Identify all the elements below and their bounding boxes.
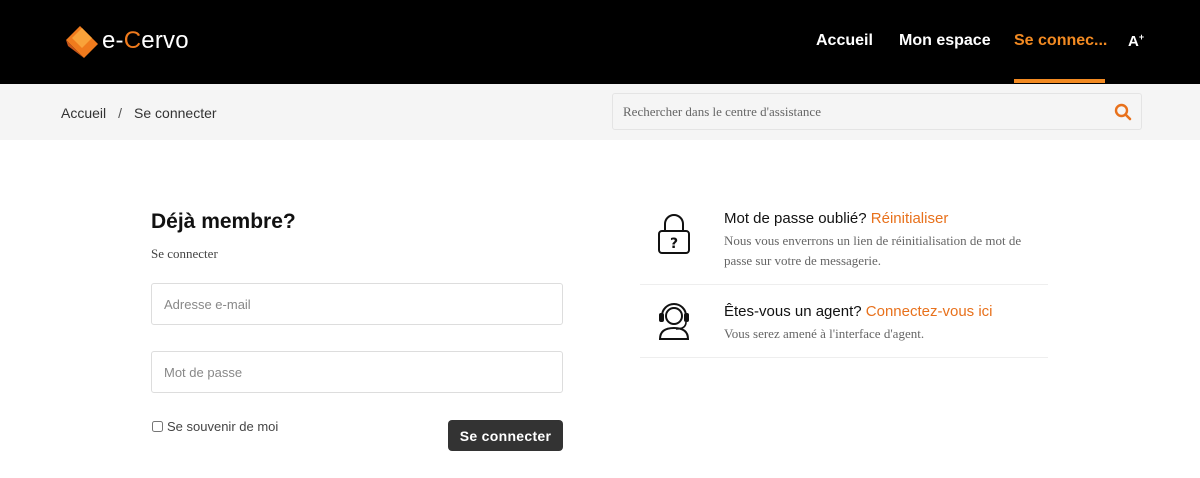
forgot-password-title: Mot de passe oublié? Réinitialiser (724, 210, 949, 227)
headset-agent-icon (658, 303, 690, 340)
forgot-password-item: ? Mot de passe oublié? Réinitialiser Nou… (640, 200, 1048, 285)
reset-password-link[interactable]: Réinitialiser (871, 210, 949, 227)
search-input[interactable] (613, 94, 1103, 129)
forgot-password-description: Nous vous enverrons un lien de réinitial… (724, 233, 1022, 268)
nav-home[interactable]: Accueil (816, 32, 873, 50)
password-field[interactable] (151, 351, 563, 393)
login-title: Déjà membre? (151, 210, 296, 233)
logo-icon (66, 26, 98, 58)
agent-login-item: Êtes-vous un agent? Connectez-vous ici V… (640, 285, 1048, 358)
logo-text: e-Cervo (102, 27, 189, 54)
email-field[interactable] (151, 283, 563, 325)
font-size-toggle[interactable]: A+ (1128, 32, 1144, 50)
top-navbar: e-Cervo Accueil Mon espace Se connec... … (0, 0, 1200, 84)
breadcrumb-separator: / (118, 105, 123, 121)
remember-me[interactable]: Se souvenir de moi (152, 419, 278, 434)
breadcrumb: Accueil / Se connecter (61, 105, 217, 121)
agent-login-title: Êtes-vous un agent? Connectez-vous ici (724, 303, 993, 320)
login-subtitle: Se connecter (151, 246, 218, 261)
breadcrumb-home[interactable]: Accueil (61, 105, 106, 121)
agent-login-link[interactable]: Connectez-vous ici (866, 303, 993, 320)
breadcrumb-current: Se connecter (134, 105, 217, 121)
login-button[interactable]: Se connecter (448, 420, 563, 451)
nav-sign-in[interactable]: Se connec... (1014, 32, 1107, 50)
sub-header: Accueil / Se connecter (0, 84, 1200, 140)
svg-text:?: ? (670, 236, 678, 252)
remember-me-label: Se souvenir de moi (167, 419, 279, 434)
remember-me-checkbox[interactable] (152, 421, 163, 432)
padlock-question-icon: ? (658, 214, 690, 254)
search-icon[interactable] (1113, 102, 1133, 122)
nav-my-space[interactable]: Mon espace (899, 32, 991, 50)
search-box (612, 93, 1142, 130)
nav-active-underline (1014, 79, 1105, 83)
logo[interactable]: e-Cervo (58, 18, 189, 64)
agent-login-description: Vous serez amené à l'interface d'agent. (724, 326, 925, 341)
